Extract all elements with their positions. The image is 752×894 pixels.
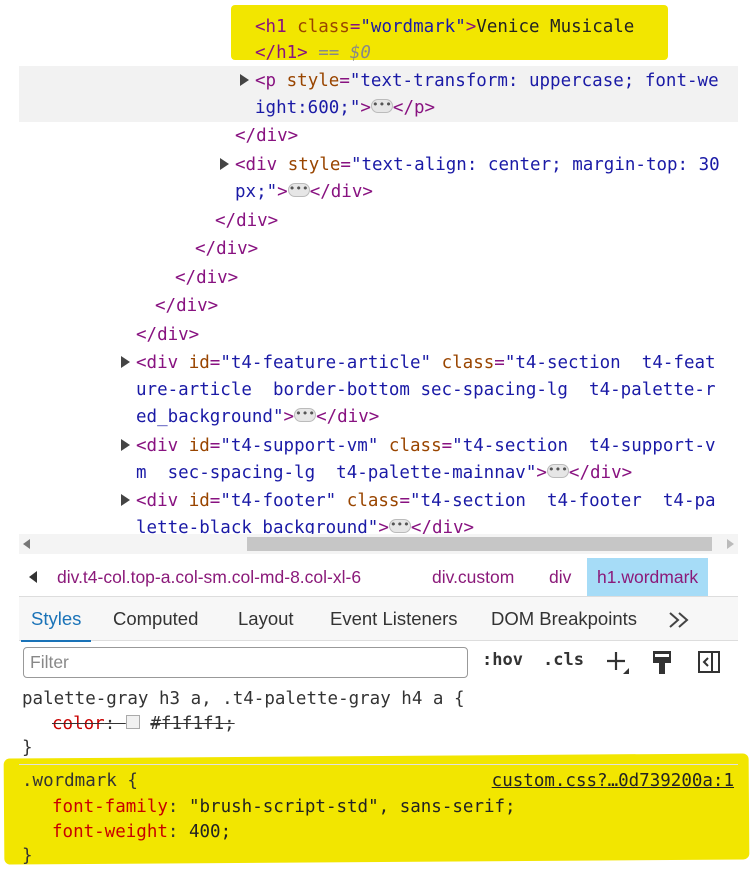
- ellipsis-icon[interactable]: •••: [294, 408, 317, 422]
- dom-line-feature[interactable]: <div id="t4-feature-article" class="t4-s…: [136, 350, 716, 376]
- declaration-font-weight[interactable]: font-weight: 400;: [52, 820, 231, 844]
- expand-triangle-icon[interactable]: [121, 356, 130, 368]
- panel-tabs: Styles Computed Layout Event Listeners D…: [19, 596, 738, 642]
- expand-triangle-icon[interactable]: [121, 494, 130, 506]
- tab-dom-breakpoints[interactable]: DOM Breakpoints: [491, 597, 637, 641]
- tab-styles[interactable]: Styles: [20, 597, 92, 642]
- expand-triangle-icon[interactable]: [240, 74, 249, 86]
- dom-line-div-close[interactable]: </div>: [155, 293, 218, 319]
- declaration-font-family[interactable]: font-family: "brush-script-std", sans-se…: [52, 795, 516, 819]
- rule-selector[interactable]: .wordmark {: [22, 769, 138, 793]
- scroll-left-icon[interactable]: [23, 539, 30, 549]
- ellipsis-icon[interactable]: •••: [287, 183, 310, 197]
- dom-line-div-close[interactable]: </div>: [175, 265, 238, 291]
- expand-triangle-icon[interactable]: [220, 158, 229, 170]
- hov-button[interactable]: :hov: [482, 650, 523, 670]
- breadcrumb-back-icon[interactable]: [29, 571, 37, 583]
- dom-line-footer-clip: lette-black_background">•••</div>: [19, 514, 738, 534]
- dom-line-support[interactable]: <div id="t4-support-vm" class="t4-sectio…: [136, 433, 716, 459]
- dom-line-div-style[interactable]: <div style="text-align: center; margin-t…: [235, 152, 720, 178]
- add-rule-icon[interactable]: [605, 650, 631, 680]
- filter-input[interactable]: [23, 647, 468, 678]
- breadcrumb-item[interactable]: div.t4-col.top-a.col-sm.col-md-8.col-xl-…: [47, 558, 371, 596]
- breadcrumb-item[interactable]: div: [539, 558, 581, 596]
- dom-line-p-cont[interactable]: ight:600;">•••</p>: [255, 95, 435, 121]
- tab-event-listeners[interactable]: Event Listeners: [330, 597, 458, 641]
- dom-line-footer-cont[interactable]: lette-black_background">•••</div>: [136, 515, 474, 534]
- dom-line-h1-close[interactable]: </h1> == $0: [255, 40, 371, 66]
- dom-line-support-cont[interactable]: m sec-spacing-lg t4-palette-mainnav">•••…: [136, 460, 632, 486]
- styles-pane: palette-gray h3 a, .t4-palette-gray h4 a…: [3, 684, 750, 894]
- dom-line-h1[interactable]: <h1 class="wordmark">Venice Musicale: [255, 14, 634, 40]
- more-tabs-icon[interactable]: [667, 597, 691, 641]
- dom-line-feature-cont[interactable]: ure-article border-bottom sec-spacing-lg…: [136, 377, 715, 403]
- expand-triangle-icon[interactable]: [121, 439, 130, 451]
- dom-line-p[interactable]: <p style="text-transform: uppercase; fon…: [255, 68, 719, 94]
- horizontal-scrollbar[interactable]: [19, 534, 738, 554]
- dom-line-div-close[interactable]: </div>: [235, 123, 298, 149]
- cls-button[interactable]: .cls: [543, 650, 584, 670]
- styles-toolbar: :hov .cls: [19, 642, 738, 684]
- ellipsis-icon[interactable]: •••: [370, 99, 393, 113]
- toggle-sidebar-icon[interactable]: [697, 650, 721, 678]
- ellipsis-icon[interactable]: •••: [546, 464, 569, 478]
- scroll-right-icon[interactable]: [727, 539, 734, 549]
- dom-line-div-close[interactable]: </div>: [136, 322, 199, 348]
- color-swatch-icon[interactable]: [125, 715, 140, 729]
- rule-source-link[interactable]: custom.css?…0d739200a:1: [492, 769, 734, 793]
- dom-line-div-style-cont[interactable]: px;">•••</div>: [235, 179, 373, 205]
- scroll-thumb[interactable]: [247, 537, 712, 551]
- breadcrumb: div.t4-col.top-a.col-sm.col-md-8.col-xl-…: [19, 558, 738, 596]
- tab-layout[interactable]: Layout: [238, 597, 294, 641]
- paint-brush-icon[interactable]: [651, 650, 673, 680]
- tab-computed[interactable]: Computed: [113, 597, 198, 641]
- breadcrumb-item[interactable]: div.custom: [422, 558, 524, 596]
- prev-rule-declaration[interactable]: color: #f1f1f1;: [52, 712, 235, 736]
- prev-rule-close: }: [22, 738, 33, 758]
- dom-line-feature-cont2[interactable]: ed_background">•••</div>: [136, 404, 379, 430]
- ellipsis-icon[interactable]: •••: [388, 519, 411, 533]
- dom-line-div-close[interactable]: </div>: [195, 236, 258, 262]
- rule-divider: [19, 764, 738, 765]
- prev-rule-selector[interactable]: palette-gray h3 a, .t4-palette-gray h4 a…: [22, 687, 465, 711]
- rule-close: }: [22, 846, 33, 866]
- dom-line-div-close[interactable]: </div>: [215, 208, 278, 234]
- breadcrumb-item-selected[interactable]: h1.wordmark: [587, 558, 709, 596]
- dom-line-footer[interactable]: <div id="t4-footer" class="t4-section t4…: [136, 488, 716, 514]
